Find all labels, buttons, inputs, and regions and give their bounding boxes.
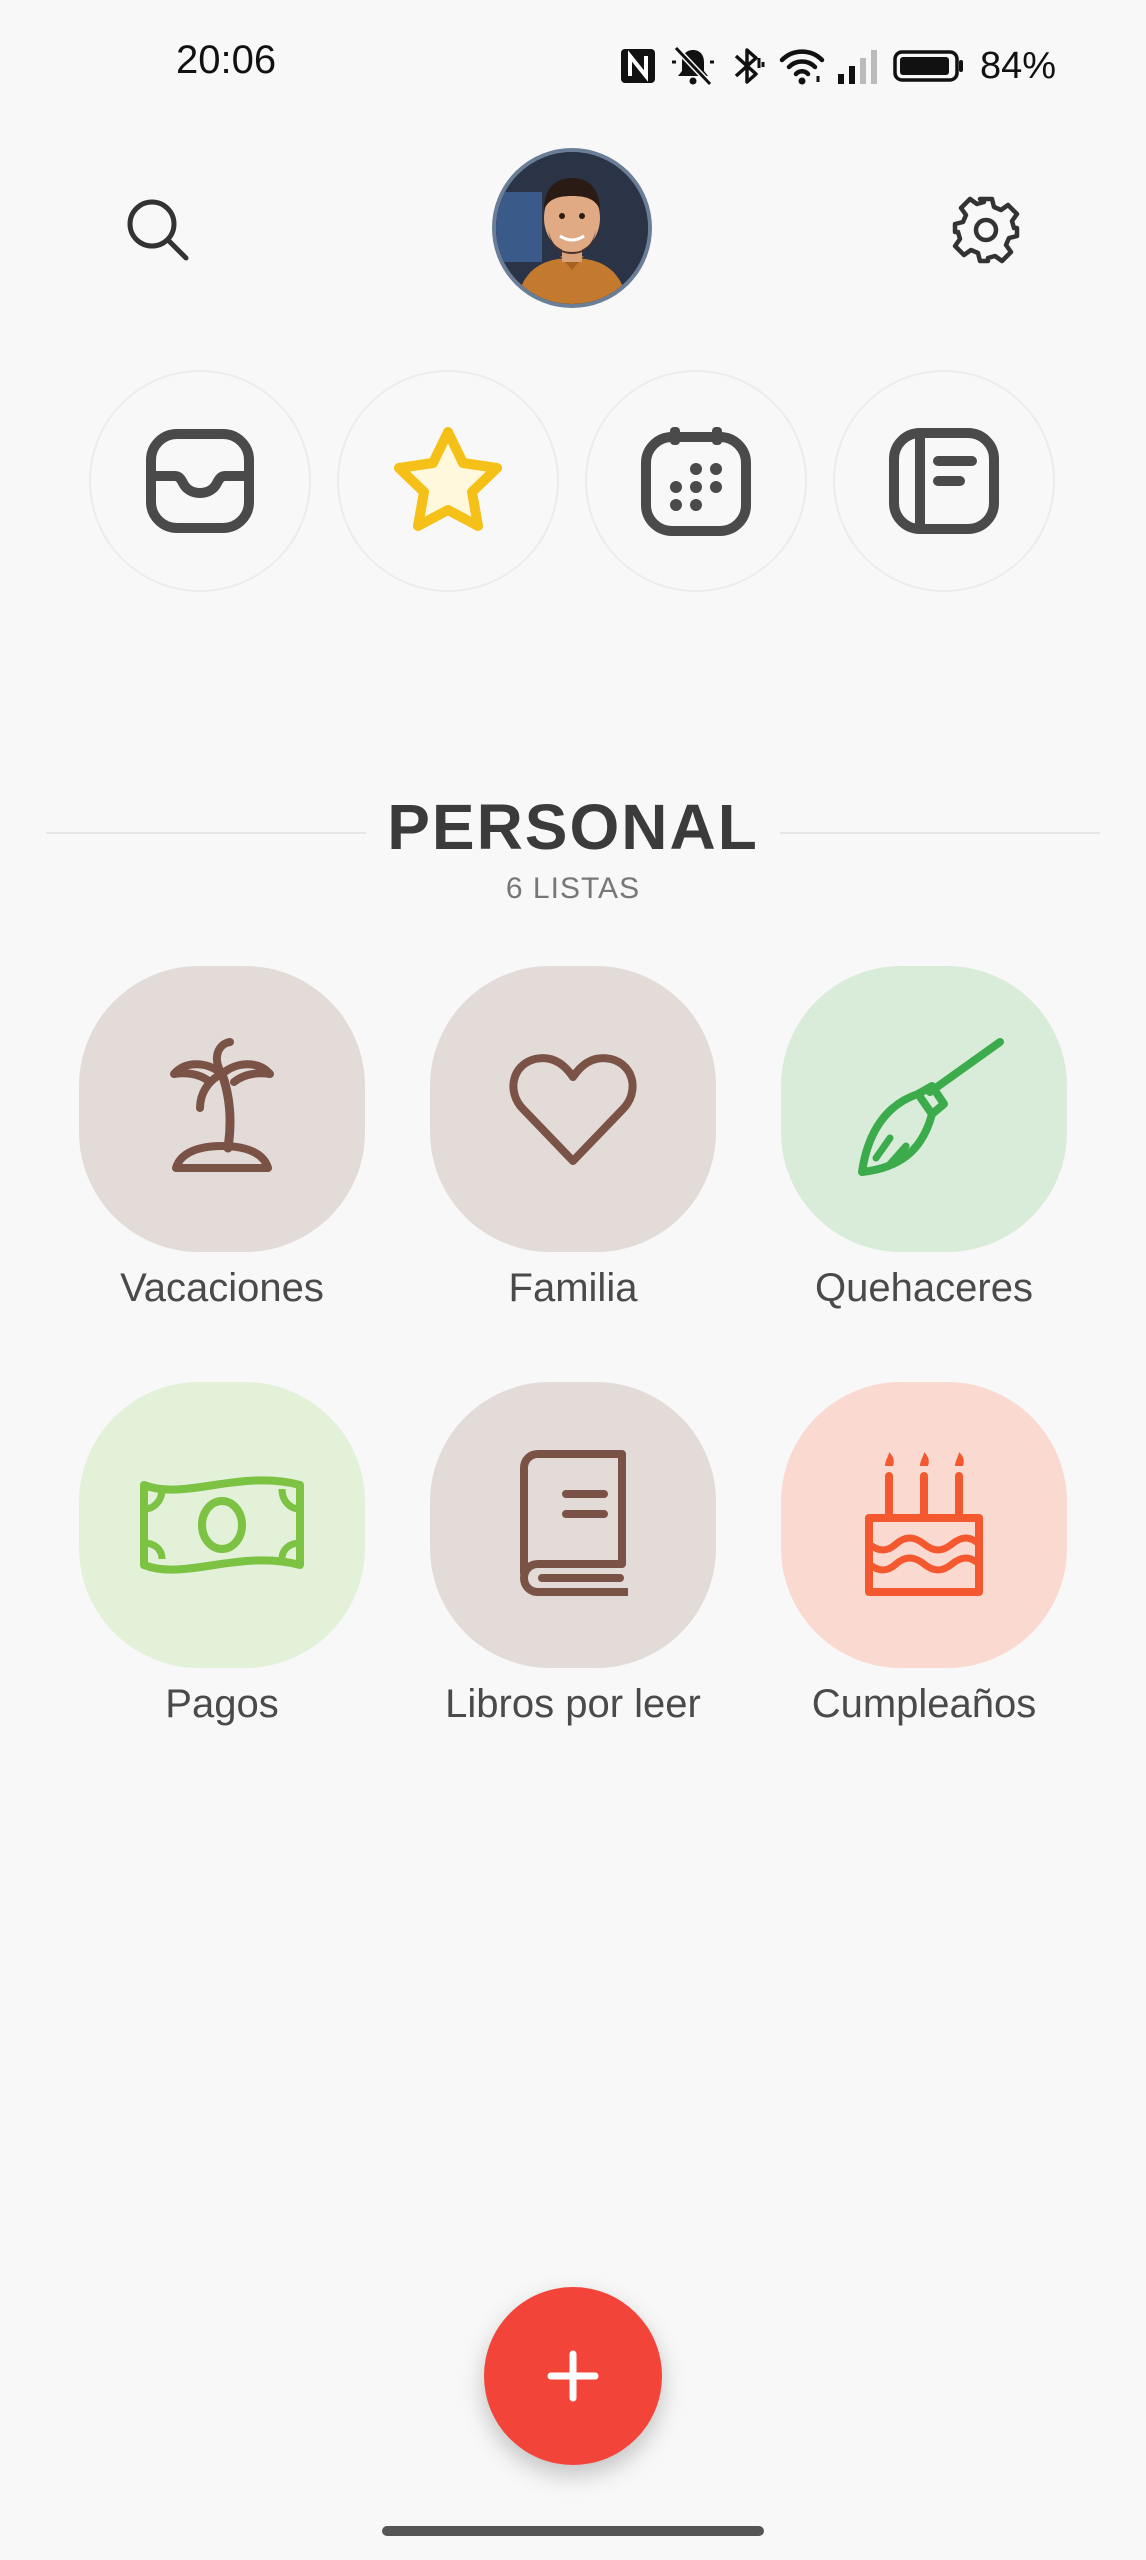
- list-label: Vacaciones: [120, 1266, 324, 1310]
- avatar[interactable]: [492, 148, 652, 308]
- search-button[interactable]: [118, 190, 198, 270]
- list-label: Familia: [508, 1266, 638, 1310]
- list-item-vacaciones[interactable]: Vacaciones: [79, 966, 365, 1311]
- birthday-cake-icon: [865, 1452, 983, 1596]
- list-item-cumpleanos[interactable]: Cumpleaños: [781, 1382, 1067, 1727]
- signal-icon: [837, 50, 877, 84]
- broom-icon: [858, 1038, 1004, 1176]
- status-icons: 84%: [618, 36, 1056, 96]
- list-item-familia[interactable]: Familia: [430, 966, 716, 1311]
- status-bar: 20:06 84%: [0, 0, 1146, 130]
- list-item-quehaceres[interactable]: Quehaceres: [781, 966, 1067, 1311]
- status-time: 20:06: [176, 38, 277, 82]
- list-icon-tile: [781, 966, 1067, 1252]
- bluetooth-icon: [734, 48, 765, 84]
- list-icon-tile: [430, 966, 716, 1252]
- gear-icon: [952, 196, 1020, 264]
- list-item-libros-por-leer[interactable]: Libros por leer: [430, 1382, 716, 1727]
- nfc-icon: [620, 49, 655, 83]
- search-icon: [127, 199, 189, 261]
- money-bill-icon: [140, 1476, 304, 1574]
- battery-percent: 84%: [979, 44, 1056, 87]
- book-icon: [520, 1450, 628, 1596]
- palm-tree-icon: [170, 1038, 274, 1172]
- list-icon-tile: [79, 1382, 365, 1668]
- list-icon-tile: [430, 1382, 716, 1668]
- list-label: Cumpleaños: [811, 1682, 1037, 1726]
- plus-icon: [547, 2350, 599, 2402]
- home-indicator[interactable]: [382, 2526, 764, 2536]
- wifi-icon: [779, 49, 825, 85]
- section-list-count: 6 LISTAS: [505, 872, 641, 905]
- star-icon: [394, 427, 502, 531]
- avatar-photo: [496, 152, 648, 304]
- inbox-icon: [146, 429, 254, 533]
- list-label: Libros por leer: [445, 1682, 701, 1726]
- section-title: PERSONAL: [387, 791, 759, 863]
- heart-icon: [509, 1054, 637, 1165]
- section-header: PERSONAL 6 LISTAS: [0, 790, 1146, 910]
- add-list-button[interactable]: [484, 2287, 662, 2465]
- smart-lists-row: [0, 370, 1146, 600]
- muted-bell-icon: [671, 45, 714, 87]
- smart-list-starred[interactable]: [337, 370, 559, 592]
- battery-icon: [893, 50, 963, 82]
- list-label: Pagos: [165, 1682, 279, 1726]
- list-icon-tile: [79, 966, 365, 1252]
- list-label: Quehaceres: [815, 1266, 1033, 1310]
- notes-icon: [889, 428, 999, 534]
- calendar-icon: [641, 427, 751, 536]
- list-item-pagos[interactable]: Pagos: [79, 1382, 365, 1727]
- settings-button[interactable]: [946, 190, 1026, 270]
- smart-list-notes[interactable]: [833, 370, 1055, 592]
- smart-list-planned[interactable]: [585, 370, 807, 592]
- list-icon-tile: [781, 1382, 1067, 1668]
- smart-list-inbox[interactable]: [89, 370, 311, 592]
- top-bar: [0, 140, 1146, 320]
